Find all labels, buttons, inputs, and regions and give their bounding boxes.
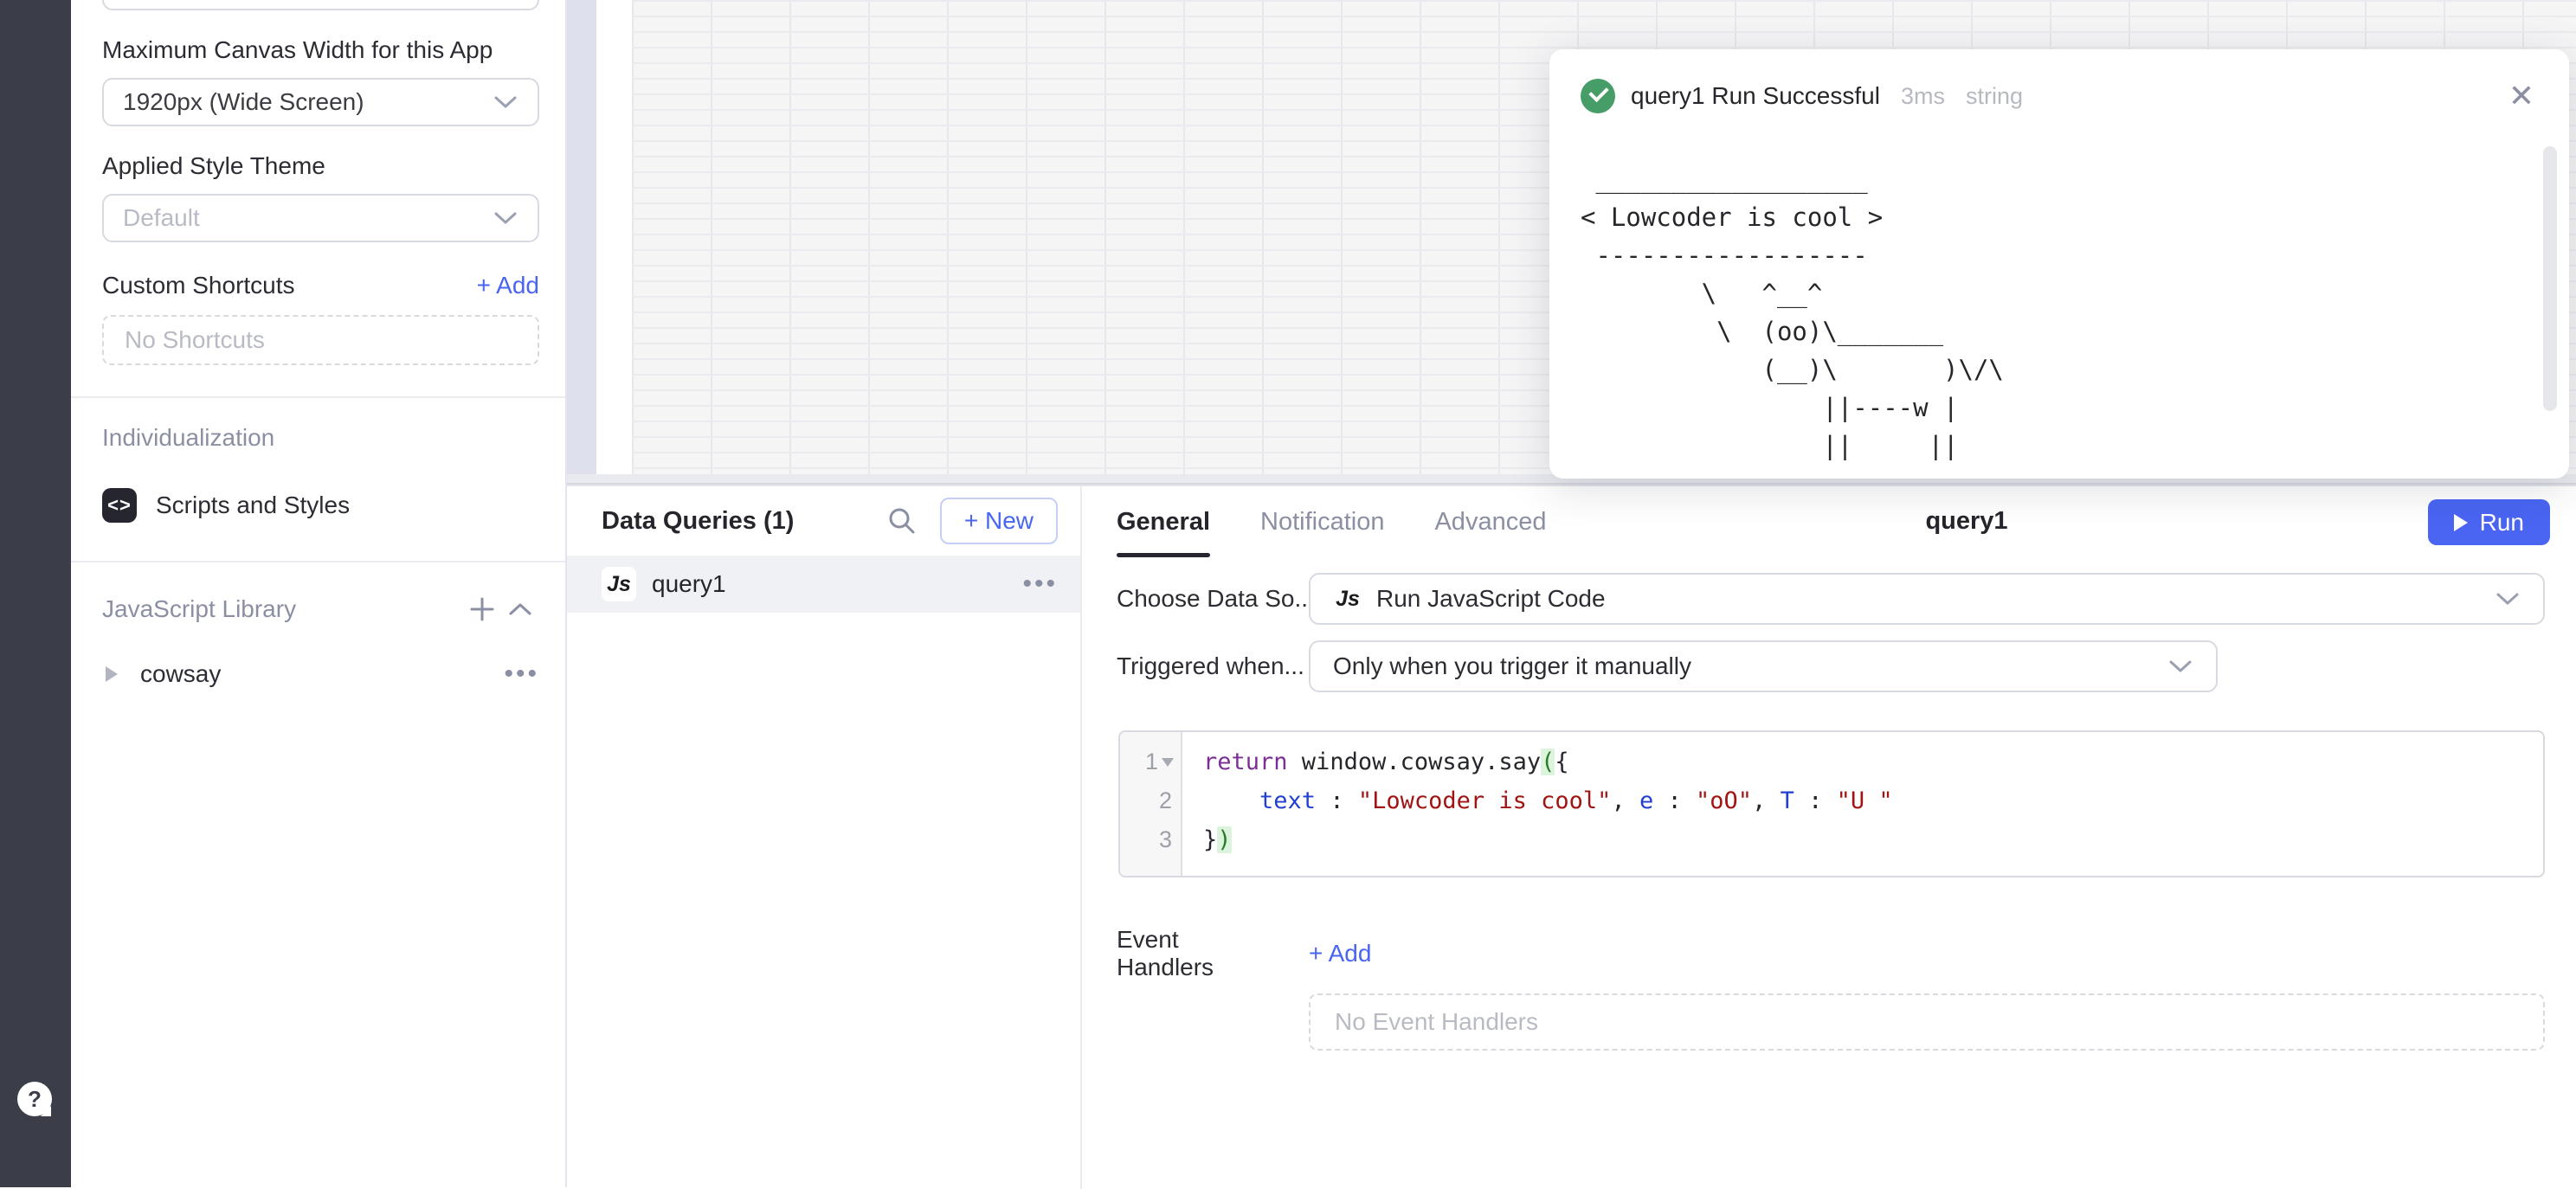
line-number: 3 [1120,820,1181,859]
line-number: 1 [1120,742,1181,781]
no-event-handlers-box: No Event Handlers [1309,993,2545,1051]
query-name: query1 [652,570,1007,598]
chevron-up-icon [507,601,533,618]
no-shortcuts-placeholder: No Shortcuts [125,326,265,354]
toast-output: __________________ < Lowcoder is cool > … [1581,160,2538,465]
no-event-handlers-placeholder: No Event Handlers [1335,1008,1538,1036]
datasource-select[interactable]: Js Run JavaScript Code [1309,573,2545,625]
toast-title: query1 Run Successful [1631,82,1880,110]
line-number: 2 [1120,781,1181,820]
expand-caret-icon[interactable] [106,666,118,682]
datasource-value: Run JavaScript Code [1376,585,2481,613]
code-line: text : "Lowcoder is cool", e : "oO", T :… [1203,781,2543,820]
divider [71,396,565,398]
toast-duration: 3ms [1901,83,1945,110]
query-result-toast: query1 Run Successful 3ms string ✕ _____… [1549,49,2569,479]
canvas-width-label: Maximum Canvas Width for this App [102,36,539,64]
code-editor[interactable]: 123 return window.cowsay.say({ text : "L… [1118,730,2545,877]
fold-arrow-icon[interactable] [1162,758,1174,767]
add-shortcut-button[interactable]: + Add [477,272,539,299]
js-icon: Js [1333,584,1362,614]
chevron-down-icon [493,93,518,111]
canvas-width-select[interactable]: 1920px (Wide Screen) [102,78,539,126]
run-button[interactable]: Run [2428,499,2550,545]
code-icon: <> [102,488,137,523]
divider [71,561,565,562]
query-editor-panel: Data Queries (1) + New Js query1 ••• Gen… [567,485,2576,1187]
tab-advanced[interactable]: Advanced [1434,486,1546,557]
canvas-gutter [567,0,596,474]
library-item-name: cowsay [140,660,504,688]
style-theme-label: Applied Style Theme [102,152,539,180]
query-list-item[interactable]: Js query1 ••• [567,556,1080,613]
query-details-panel: General Notification Advanced query1 Run… [1084,486,2576,1189]
individualization-header: Individualization [102,424,539,452]
new-query-button[interactable]: + New [940,498,1058,544]
query-title: query1 [1925,507,2007,536]
style-theme-placeholder: Default [123,204,493,232]
code-lines[interactable]: return window.cowsay.say({ text : "Lowco… [1182,732,2543,876]
close-icon[interactable]: ✕ [2505,77,2538,115]
no-shortcuts-box: No Shortcuts [102,315,539,365]
toast-scrollbar[interactable] [2543,146,2557,411]
add-event-handler-button[interactable]: + Add [1309,940,1371,967]
style-theme-select[interactable]: Default [102,194,539,242]
trigger-select[interactable]: Only when you trigger it manually [1309,640,2218,692]
search-icon[interactable] [886,505,918,537]
canvas-width-value: 1920px (Wide Screen) [123,88,493,116]
custom-shortcuts-label: Custom Shortcuts [102,272,295,299]
code-gutter: 123 [1120,732,1182,876]
help-glyph: ? [28,1086,42,1113]
toast-result-type: string [1966,83,2023,110]
scripts-and-styles-label: Scripts and Styles [156,492,350,519]
trigger-label: Triggered when... [1117,652,1309,680]
left-nav-rail: ? [0,0,71,1187]
js-library-header: JavaScript Library [102,595,463,623]
truncated-top-input[interactable] [102,0,539,10]
trigger-value: Only when you trigger it manually [1333,652,2154,680]
js-icon: Js [602,567,636,601]
chevron-down-icon [2495,590,2521,607]
help-icon[interactable]: ? [17,1082,52,1116]
event-handlers-label: Event Handlers [1117,926,1278,981]
code-line: }) [1203,820,2543,859]
success-check-icon [1581,79,1615,113]
collapse-library-button[interactable] [501,590,539,628]
add-library-button[interactable] [463,590,501,628]
library-item-cowsay[interactable]: cowsay ••• [102,659,539,689]
data-queries-header: Data Queries (1) [602,507,886,536]
scripts-and-styles-item[interactable]: <> Scripts and Styles [102,488,539,523]
run-button-label: Run [2480,509,2524,537]
more-options-icon[interactable]: ••• [1022,569,1058,599]
datasource-label: Choose Data So... [1117,585,1309,613]
tab-notification[interactable]: Notification [1260,486,1384,557]
chevron-down-icon [2167,658,2193,675]
play-icon [2454,514,2468,531]
data-queries-panel: Data Queries (1) + New Js query1 ••• [567,486,1082,1189]
more-options-icon[interactable]: ••• [504,659,539,689]
chevron-down-icon [493,209,518,227]
plus-icon [468,595,496,623]
app-settings-panel: Maximum Canvas Width for this App 1920px… [71,0,567,1187]
code-line: return window.cowsay.say({ [1203,742,2543,781]
query-tabs: General Notification Advanced [1117,486,1546,557]
tab-general[interactable]: General [1117,486,1210,557]
